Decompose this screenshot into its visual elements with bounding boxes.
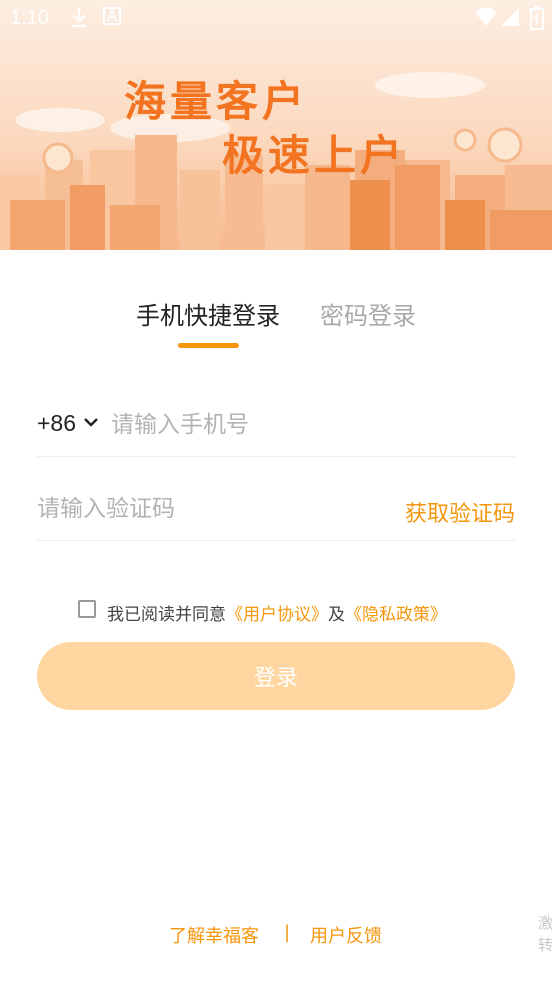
corner-text-line-2: 转 [538,936,552,954]
slogan-line-2: 极速上户 [222,131,407,180]
chevron-down-icon[interactable] [83,414,99,433]
verify-code-row: 获取验证码 [37,482,515,541]
agreement-text: 我已阅读并同意《用户协议》及《隐私政策》 [107,600,447,625]
header-banner: 1:10 海量客户 极速上户 [0,0,552,250]
privacy-policy-link[interactable]: 《隐私政策》 [345,605,447,625]
active-tab-indicator [178,343,239,348]
status-time: 1:10 [10,7,49,29]
login-tabs: 手机快捷登录 密码登录 [0,296,552,356]
status-bar: 1:10 [0,0,552,36]
get-code-button[interactable]: 获取验证码 [405,496,515,528]
country-code-selector[interactable]: +86 [37,410,76,437]
agreement-prefix: 我已阅读并同意 [107,605,226,625]
tab-phone-quick-login[interactable]: 手机快捷登录 [136,296,280,331]
feedback-link[interactable]: 用户反馈 [310,922,382,948]
login-button[interactable]: 登录 [37,642,515,710]
checkbox-icon[interactable] [78,600,96,618]
corner-text-line-1: 激 [538,914,552,932]
about-link[interactable]: 了解幸福客 [169,922,259,948]
agreement-conjunction: 及 [328,605,345,625]
verify-code-input[interactable] [37,491,367,527]
footer: 了解幸福客 | 用户反馈 [0,922,552,950]
user-agreement-link[interactable]: 《用户协议》 [226,605,328,625]
tab-password-login[interactable]: 密码登录 [320,296,416,331]
corner-watermark: 激 转 [538,912,552,956]
phone-input[interactable] [111,407,491,443]
slogan-line-1: 海量客户 [124,77,309,126]
phone-row: +86 [37,398,515,457]
footer-separator: | [284,922,291,943]
